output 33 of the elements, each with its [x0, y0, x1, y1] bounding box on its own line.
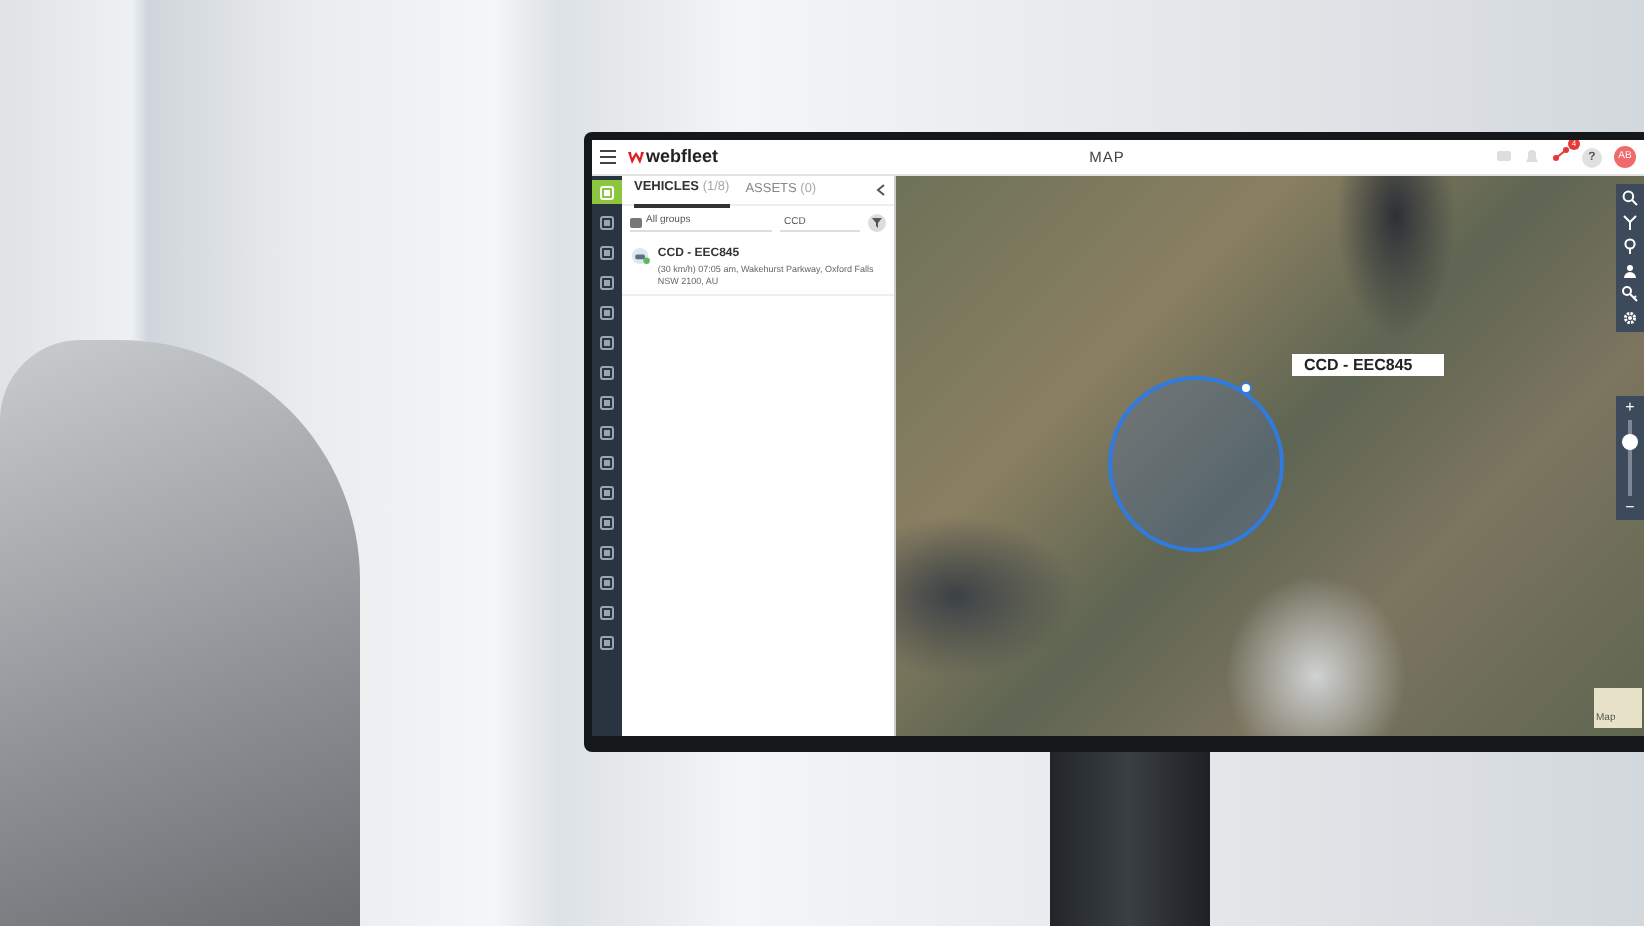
- menu-square-icon[interactable]: [600, 305, 614, 319]
- filter-button[interactable]: [868, 214, 886, 232]
- zoom-thumb[interactable]: [1622, 434, 1638, 451]
- collapse-icon[interactable]: [876, 184, 886, 196]
- search-icon[interactable]: [1622, 190, 1638, 206]
- menu-square-icon[interactable]: [600, 395, 614, 409]
- menu-square-icon[interactable]: [600, 365, 614, 379]
- menu-square-icon[interactable]: [600, 605, 614, 619]
- menu-square-icon[interactable]: [600, 215, 614, 229]
- menu-square-icon[interactable]: [600, 335, 614, 349]
- vehicle-marker[interactable]: [1240, 382, 1252, 394]
- logo-mark-icon: [628, 151, 644, 163]
- key-icon[interactable]: [1622, 286, 1638, 302]
- zoom-out-button[interactable]: −: [1625, 500, 1635, 516]
- pin-icon[interactable]: [1622, 238, 1638, 254]
- menu-square-icon[interactable]: [600, 455, 614, 469]
- zoom-in-button[interactable]: +: [1625, 400, 1635, 416]
- vehicle-label: CCD - EEC845: [1292, 354, 1445, 376]
- menu-icon[interactable]: [600, 150, 616, 164]
- menu-square-icon[interactable]: [600, 245, 614, 259]
- route-icon[interactable]: [1552, 146, 1570, 163]
- settings-icon[interactable]: [1622, 310, 1638, 326]
- menu-square-icon[interactable]: [600, 515, 614, 529]
- menu-square-icon[interactable]: [600, 545, 614, 559]
- menu-square-icon[interactable]: [600, 575, 614, 589]
- fork-icon[interactable]: [1622, 214, 1638, 230]
- menu-square-icon[interactable]: [600, 425, 614, 439]
- people-icon[interactable]: [1622, 262, 1638, 278]
- menu-square-icon[interactable]: [600, 275, 614, 289]
- logo-text: webfleet: [646, 143, 719, 170]
- menu-square-icon[interactable]: [600, 635, 614, 649]
- car-icon: [632, 246, 650, 266]
- menu-square-icon[interactable]: [600, 485, 614, 499]
